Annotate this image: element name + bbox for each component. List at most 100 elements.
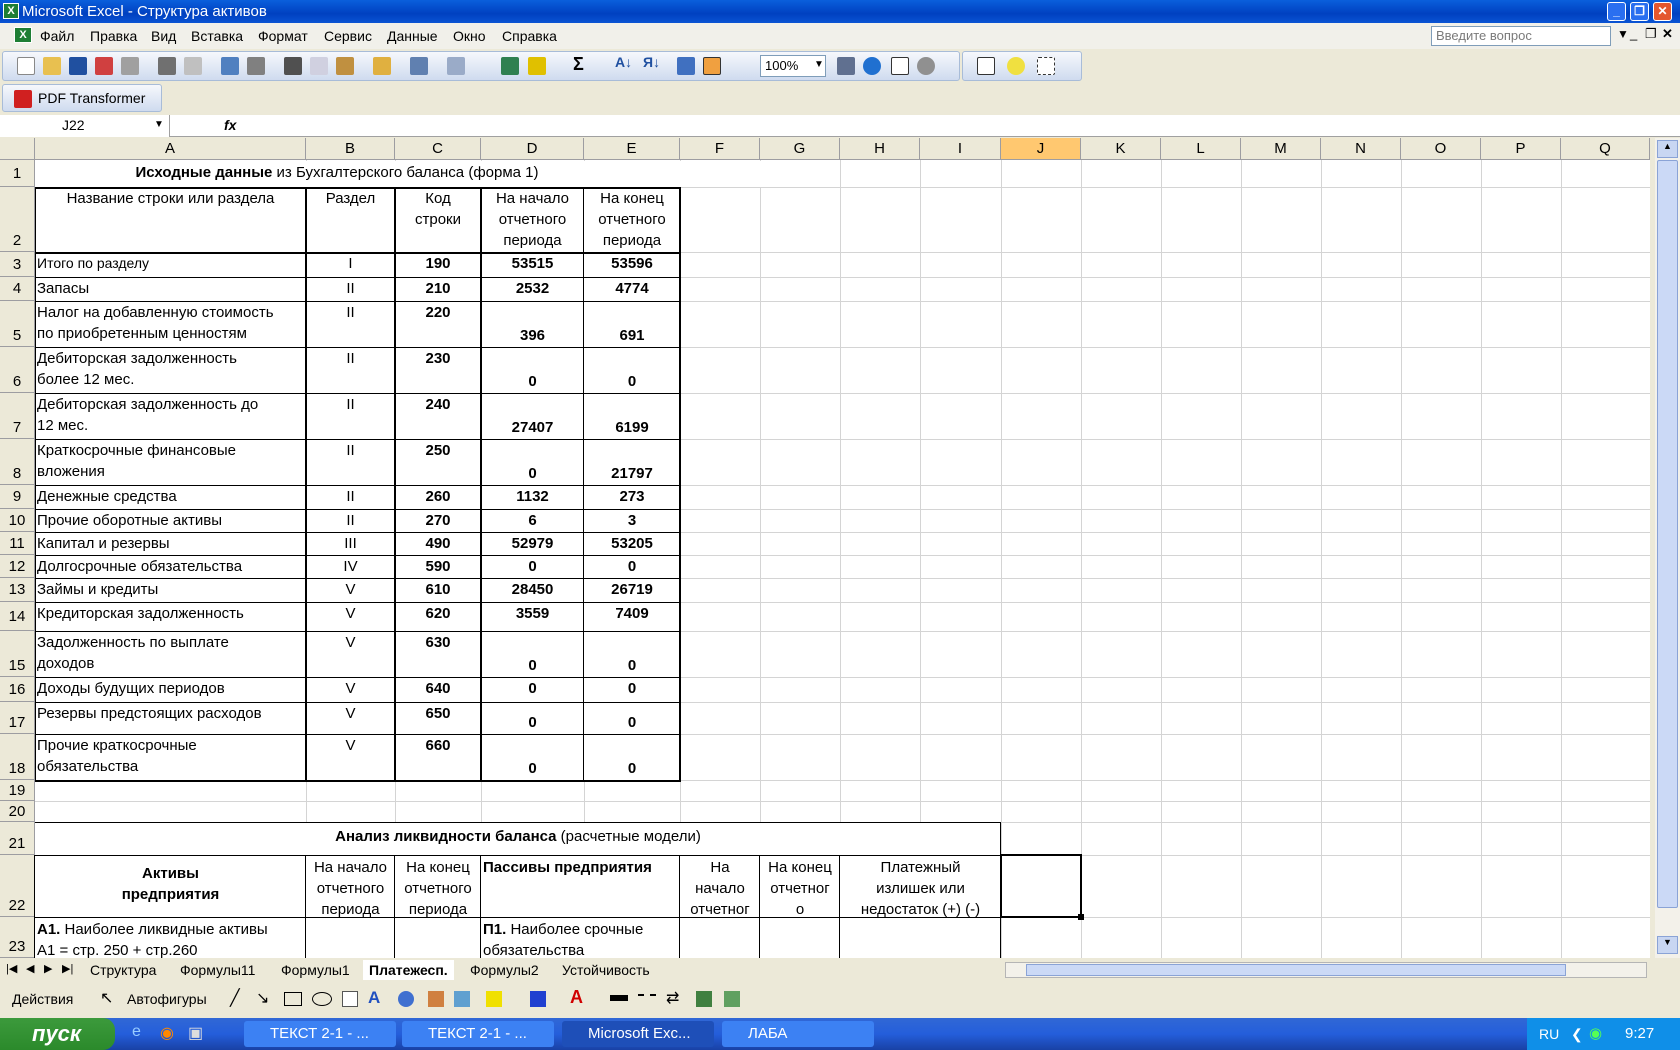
row-section[interactable]: II: [308, 509, 393, 532]
row-name[interactable]: Краткосрочные финансовые вложения: [37, 439, 304, 485]
worksheet-grid[interactable]: A B C D E F G H I J K L M N O P Q 1 2 3 4 5 6 7 8 9 10 11 12 13 14 15 16…: [0, 138, 1650, 958]
textbox-icon[interactable]: [342, 991, 358, 1007]
row-start-value[interactable]: 0: [483, 702, 582, 734]
row-code[interactable]: 270: [397, 509, 479, 532]
print-icon[interactable]: [158, 57, 176, 75]
row-code[interactable]: 630: [397, 631, 479, 677]
row-header-19[interactable]: 19: [0, 780, 35, 801]
line-icon[interactable]: ╱: [230, 988, 240, 1008]
row-header-9[interactable]: 9: [0, 485, 35, 509]
row-section[interactable]: V: [308, 702, 393, 734]
row-header-22[interactable]: 22: [0, 855, 35, 917]
hscroll-thumb[interactable]: [1026, 964, 1566, 976]
select-all-corner[interactable]: [0, 138, 35, 160]
font-color-icon[interactable]: A: [570, 987, 583, 1008]
row-header-3[interactable]: 3: [0, 252, 35, 277]
scroll-up-button[interactable]: ▲: [1657, 140, 1678, 158]
row-section[interactable]: V: [308, 677, 393, 702]
row-header-1[interactable]: 1: [0, 160, 35, 187]
row-start-value[interactable]: 0: [483, 677, 582, 702]
menu-insert[interactable]: Вставка: [191, 28, 243, 44]
first-sheet-icon[interactable]: |◀: [6, 962, 17, 975]
column-header-d[interactable]: D: [481, 138, 584, 160]
doc-close-button[interactable]: ✕: [1662, 26, 1673, 42]
row-header-6[interactable]: 6: [0, 347, 35, 393]
row-start-value[interactable]: 1132: [483, 485, 582, 509]
column-header-a[interactable]: A: [35, 138, 306, 160]
name-box[interactable]: J22: [0, 115, 170, 137]
column-header-b[interactable]: B: [306, 138, 395, 160]
row-code[interactable]: 190: [397, 252, 479, 277]
header-assets-end[interactable]: На конец отчетного периода: [397, 855, 479, 917]
column-header-i[interactable]: I: [920, 138, 1001, 160]
row-section[interactable]: II: [308, 277, 393, 301]
help-icon[interactable]: [863, 57, 881, 75]
scroll-down-button[interactable]: ▼: [1657, 936, 1678, 954]
sheet-tab-stability[interactable]: Устойчивость: [556, 960, 656, 980]
menu-help[interactable]: Справка: [502, 28, 557, 44]
row-code[interactable]: 490: [397, 532, 479, 555]
prev-sheet-icon[interactable]: ◀: [26, 962, 34, 975]
copy-icon[interactable]: [310, 57, 328, 75]
header-surplus[interactable]: Платежный излишек или недостаток (+) (-): [842, 855, 999, 917]
row-start-value[interactable]: 2532: [483, 277, 582, 301]
row-start-value[interactable]: 0: [483, 439, 582, 485]
research-icon[interactable]: [247, 57, 265, 75]
line-color-icon[interactable]: [530, 991, 546, 1007]
menu-window[interactable]: Окно: [453, 28, 486, 44]
line-style-icon[interactable]: [610, 995, 628, 1001]
column-header-k[interactable]: K: [1081, 138, 1161, 160]
row-name[interactable]: Итого по разделу: [37, 252, 304, 277]
row-end-value[interactable]: 0: [586, 555, 678, 578]
row-code[interactable]: 640: [397, 677, 479, 702]
row-name[interactable]: Капитал и резервы: [37, 532, 304, 555]
column-header-m[interactable]: M: [1241, 138, 1321, 160]
menu-format[interactable]: Формат: [258, 28, 308, 44]
header-code[interactable]: Код строки: [397, 187, 479, 252]
language-indicator[interactable]: RU: [1539, 1018, 1559, 1050]
row-code[interactable]: 260: [397, 485, 479, 509]
column-header-o[interactable]: O: [1401, 138, 1481, 160]
row-header-12[interactable]: 12: [0, 555, 35, 578]
fill-color-icon[interactable]: [528, 57, 546, 75]
header-section[interactable]: Раздел: [308, 187, 393, 252]
arrow-icon[interactable]: ↘: [256, 988, 269, 1008]
row-end-value[interactable]: 7409: [586, 602, 678, 631]
liability-p1[interactable]: П1. Наиболее срочные обязательства: [483, 917, 678, 958]
borders-icon[interactable]: [977, 57, 995, 75]
task-word-2[interactable]: ТЕКСТ 2-1 - ...: [402, 1021, 554, 1047]
last-sheet-icon[interactable]: ▶|: [62, 962, 73, 975]
row-name[interactable]: Налог на добавленную стоимость по приобр…: [37, 301, 304, 347]
row-end-value[interactable]: 0: [586, 734, 678, 780]
row-code[interactable]: 240: [397, 393, 479, 439]
row-header-14[interactable]: 14: [0, 602, 35, 631]
task-folder[interactable]: ЛАБА: [722, 1021, 874, 1047]
row-section[interactable]: V: [308, 631, 393, 677]
row-end-value[interactable]: 0: [586, 631, 678, 677]
row-header-5[interactable]: 5: [0, 301, 35, 347]
column-header-e[interactable]: E: [584, 138, 680, 160]
tray-app-icon[interactable]: ◉: [1589, 1018, 1602, 1050]
sheet-tab-formulas1[interactable]: Формулы1: [275, 960, 356, 980]
row-header-7[interactable]: 7: [0, 393, 35, 439]
fill-color-draw-icon[interactable]: [486, 991, 502, 1007]
header-end[interactable]: На конец отчетного периода: [586, 187, 678, 252]
row-start-value[interactable]: 53515: [483, 252, 582, 277]
row-end-value[interactable]: 0: [586, 677, 678, 702]
next-sheet-icon[interactable]: ▶: [44, 962, 52, 975]
row-name[interactable]: Дебиторская задолженность более 12 мес.: [37, 347, 304, 393]
row-section[interactable]: IV: [308, 555, 393, 578]
row-code[interactable]: 230: [397, 347, 479, 393]
menu-view[interactable]: Вид: [151, 28, 176, 44]
column-header-j[interactable]: J: [1001, 138, 1081, 160]
row-section[interactable]: III: [308, 532, 393, 555]
row-name[interactable]: Запасы: [37, 277, 304, 301]
row-end-value[interactable]: 0: [586, 347, 678, 393]
vertical-scrollbar[interactable]: ▲ ▼: [1655, 138, 1680, 958]
scroll-thumb[interactable]: [1657, 160, 1678, 908]
workbook-icon[interactable]: X: [14, 27, 32, 43]
row-header-8[interactable]: 8: [0, 439, 35, 485]
firefox-icon[interactable]: ◉: [160, 1023, 174, 1043]
column-header-q[interactable]: Q: [1561, 138, 1650, 160]
quicklaunch-icon[interactable]: ▣: [188, 1023, 203, 1043]
